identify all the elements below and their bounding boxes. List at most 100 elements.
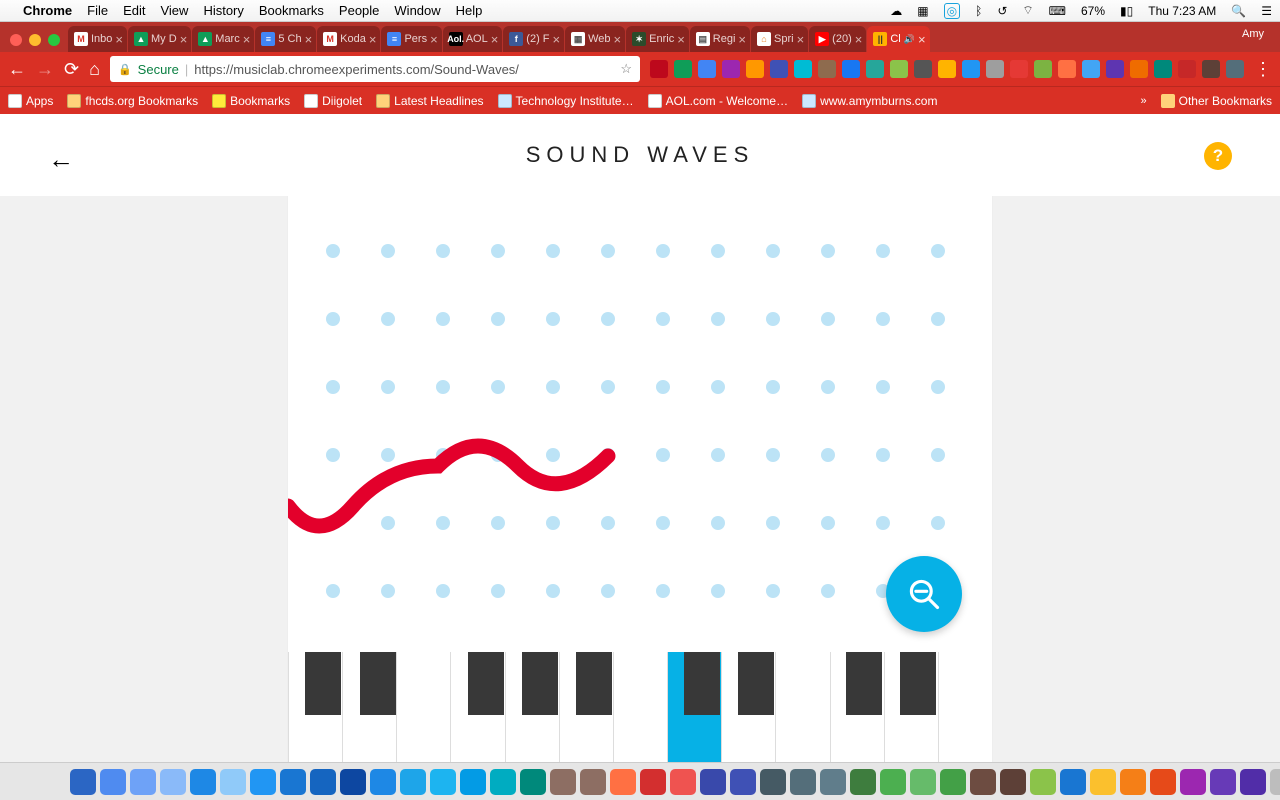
dock-app-icon[interactable] [400, 769, 426, 795]
black-piano-key[interactable] [576, 652, 612, 715]
nav-reload-button[interactable]: ⟳ [64, 59, 79, 80]
nav-back-button[interactable]: ← [8, 59, 26, 80]
tab-audio-icon[interactable]: 🔊 [904, 34, 915, 45]
bookmark-item[interactable]: fhcds.org Bookmarks [67, 94, 198, 108]
dock-app-icon[interactable] [460, 769, 486, 795]
dock-app-icon[interactable] [1210, 769, 1236, 795]
menubar-bookmarks[interactable]: Bookmarks [259, 3, 324, 18]
tab-close-icon[interactable]: × [677, 32, 685, 47]
dock-app-icon[interactable] [1000, 769, 1026, 795]
black-piano-key[interactable] [305, 652, 341, 715]
tab-close-icon[interactable]: × [369, 32, 377, 47]
browser-tab[interactable]: ▲Marc× [192, 26, 254, 52]
menubar-help[interactable]: Help [456, 3, 483, 18]
extension-icon[interactable] [674, 60, 692, 78]
tab-close-icon[interactable]: × [491, 32, 499, 47]
spotlight-icon[interactable]: 🔍 [1231, 4, 1246, 18]
dock-app-icon[interactable] [370, 769, 396, 795]
keyboard-icon[interactable]: ⌨ [1049, 4, 1066, 18]
timemachine-icon[interactable]: ↺ [997, 4, 1007, 18]
dock-app-icon[interactable] [160, 769, 186, 795]
bookmark-star-icon[interactable]: ☆ [620, 61, 632, 77]
dock-app-icon[interactable] [70, 769, 96, 795]
dock-app-icon[interactable] [640, 769, 666, 795]
browser-tab[interactable]: f(2) F× [503, 26, 564, 52]
dock-app-icon[interactable] [910, 769, 936, 795]
extension-icon[interactable] [1178, 60, 1196, 78]
browser-tab[interactable]: ✶Enric× [626, 26, 689, 52]
bookmark-item[interactable]: Apps [8, 94, 53, 108]
menubar-window[interactable]: Window [394, 3, 440, 18]
extension-icon[interactable] [866, 60, 884, 78]
dock-app-icon[interactable] [250, 769, 276, 795]
extension-icon[interactable] [1082, 60, 1100, 78]
black-piano-key[interactable] [468, 652, 504, 715]
cloud-icon[interactable]: ☁ [890, 4, 902, 18]
dock-app-icon[interactable] [520, 769, 546, 795]
extension-icon[interactable] [890, 60, 908, 78]
menubar-edit[interactable]: Edit [123, 3, 145, 18]
dock-app-icon[interactable] [700, 769, 726, 795]
dock-app-icon[interactable] [130, 769, 156, 795]
dock-app-icon[interactable] [1090, 769, 1116, 795]
tab-close-icon[interactable]: × [614, 32, 622, 47]
dock-app-icon[interactable] [790, 769, 816, 795]
dock-app-icon[interactable] [760, 769, 786, 795]
nav-home-button[interactable]: ⌂ [89, 59, 100, 80]
dock-app-icon[interactable] [1270, 769, 1280, 795]
tab-close-icon[interactable]: × [305, 32, 313, 47]
tab-close-icon[interactable]: × [797, 32, 805, 47]
tab-close-icon[interactable]: × [738, 32, 746, 47]
browser-tab[interactable]: ▶(20)× [809, 26, 866, 52]
dock-app-icon[interactable] [670, 769, 696, 795]
bookmark-item[interactable]: AOL.com - Welcome… [648, 94, 788, 108]
black-piano-key[interactable] [738, 652, 774, 715]
zoom-window-button[interactable] [48, 34, 60, 46]
close-window-button[interactable] [10, 34, 22, 46]
tab-close-icon[interactable]: × [430, 32, 438, 47]
browser-tab[interactable]: ||Cl🔊× [867, 26, 929, 52]
dock-app-icon[interactable] [490, 769, 516, 795]
dock-app-icon[interactable] [820, 769, 846, 795]
dock-app-icon[interactable] [1120, 769, 1146, 795]
bookmark-item[interactable]: Bookmarks [212, 94, 290, 108]
dock-app-icon[interactable] [580, 769, 606, 795]
dock-app-icon[interactable] [1030, 769, 1056, 795]
browser-tab[interactable]: MKoda× [317, 26, 380, 52]
extension-icon[interactable] [698, 60, 716, 78]
extension-icon[interactable] [794, 60, 812, 78]
battery-percent[interactable]: 67% [1081, 4, 1105, 18]
extension-icon[interactable] [1154, 60, 1172, 78]
browser-tab[interactable]: ≡Pers× [381, 26, 441, 52]
help-button[interactable]: ? [1204, 142, 1232, 170]
bookmark-item[interactable]: Diigolet [304, 94, 362, 108]
black-piano-key[interactable] [522, 652, 558, 715]
extension-icon[interactable] [938, 60, 956, 78]
menubar-people[interactable]: People [339, 3, 379, 18]
extension-icon[interactable] [914, 60, 932, 78]
black-piano-key[interactable] [684, 652, 720, 715]
extension-icon[interactable] [818, 60, 836, 78]
extension-icon[interactable] [962, 60, 980, 78]
dock-app-icon[interactable] [100, 769, 126, 795]
extension-icon[interactable] [986, 60, 1004, 78]
dock-app-icon[interactable] [220, 769, 246, 795]
browser-tab[interactable]: ≡5 Ch× [255, 26, 316, 52]
extension-icon[interactable] [722, 60, 740, 78]
search-menu-icon[interactable]: ◎ [944, 3, 960, 19]
tab-close-icon[interactable]: × [115, 32, 123, 47]
browser-tab[interactable]: ▲My D× [128, 26, 191, 52]
dock-app-icon[interactable] [1180, 769, 1206, 795]
back-arrow-icon[interactable]: ← [48, 144, 74, 175]
dock-app-icon[interactable] [850, 769, 876, 795]
address-bar[interactable]: 🔒 Secure | https://musiclab.chromeexperi… [110, 56, 640, 82]
browser-tab[interactable]: Aol.AOL× [443, 26, 503, 52]
black-piano-key[interactable] [846, 652, 882, 715]
dock-app-icon[interactable] [730, 769, 756, 795]
menubar-view[interactable]: View [160, 3, 188, 18]
dock-app-icon[interactable] [1240, 769, 1266, 795]
zoom-out-button[interactable] [886, 556, 962, 632]
bookmark-item[interactable]: Latest Headlines [376, 94, 483, 108]
dock-app-icon[interactable] [1060, 769, 1086, 795]
browser-tab[interactable]: ▦Web× [565, 26, 625, 52]
